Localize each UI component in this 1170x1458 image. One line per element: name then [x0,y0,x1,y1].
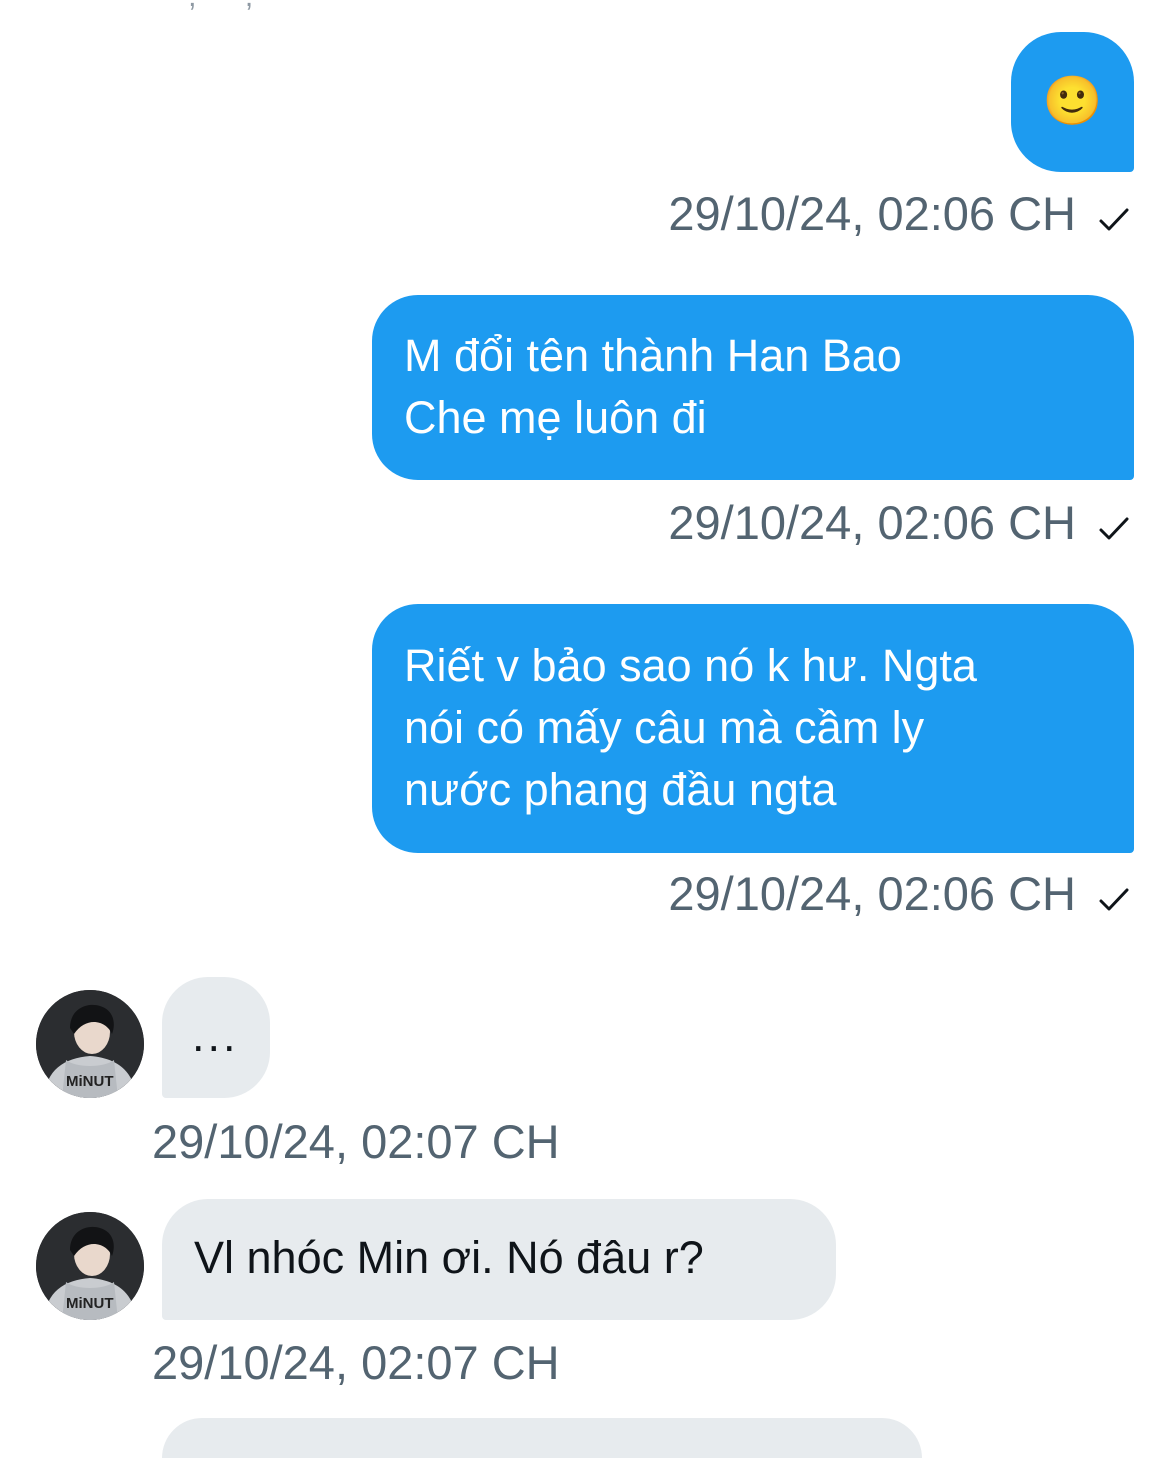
outgoing-message[interactable]: 🙂 [1011,32,1134,172]
incoming-message[interactable]: Vl nhóc Min ơi. Nó đâu r? [162,1199,836,1320]
emoji-text: 🙂 [1042,75,1103,128]
message-text: ... [192,1010,239,1061]
message-timestamp: 29/10/24, 02:06 CH [668,866,1130,926]
message-line: nói có mấy câu mà cầm ly [404,702,925,753]
outgoing-message[interactable]: M đổi tên thành Han Bao Che mẹ luôn đi [372,295,1134,480]
incoming-message[interactable]: ... [162,977,270,1098]
message-timestamp: 29/10/24, 02:06 CH [668,186,1130,246]
checkmark-icon [1098,870,1130,926]
user-avatar[interactable]: MiNUT [36,1212,144,1320]
svg-text:MiNUT: MiNUT [66,1295,114,1312]
message-timestamp: 29/10/24, 02:06 CH [668,495,1130,555]
message-line: Che mẹ luôn đi [404,392,707,443]
cut-off-text: ' , ' ' , ' [170,0,273,12]
message-timestamp: 29/10/24, 02:07 CH [152,1336,560,1389]
checkmark-icon [1098,499,1130,555]
message-text: Vl nhóc Min ơi. Nó đâu r? [194,1232,704,1283]
svg-text:MiNUT: MiNUT [66,1073,114,1090]
message-line: M đổi tên thành Han Bao [404,330,902,381]
user-avatar[interactable]: MiNUT [36,990,144,1098]
incoming-message-partial [162,1418,922,1458]
checkmark-icon [1098,190,1130,246]
message-line: nước phang đầu ngta [404,764,837,815]
message-line: Riết v bảo sao nó k hư. Ngta [404,640,977,691]
message-timestamp: 29/10/24, 02:07 CH [152,1115,560,1168]
outgoing-message[interactable]: Riết v bảo sao nó k hư. Ngta nói có mấy … [372,604,1134,853]
